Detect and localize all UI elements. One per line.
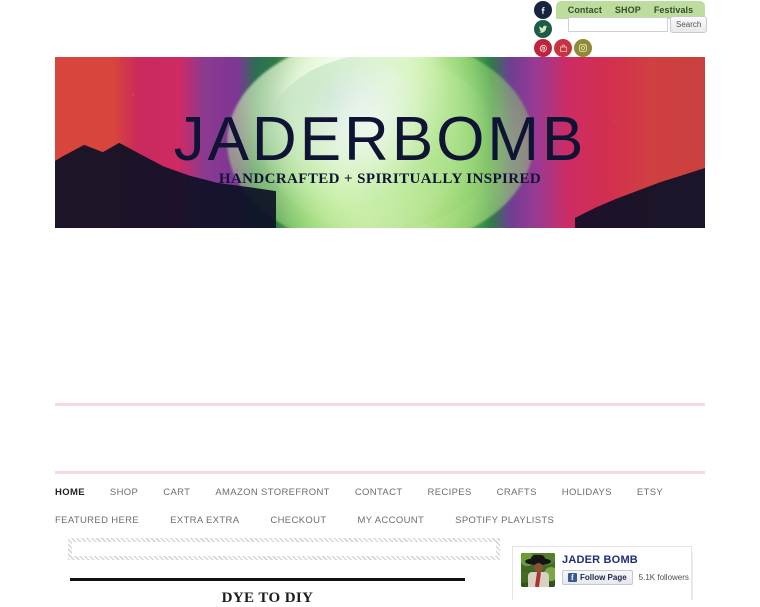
search-button[interactable]: Search <box>670 16 708 33</box>
main-menu: HOME SHOP CART AMAZON STOREFRONT CONTACT… <box>55 478 705 534</box>
search-form: Search <box>568 14 708 35</box>
facebook-icon: f <box>568 573 577 582</box>
main-menu-row-1: HOME SHOP CART AMAZON STOREFRONT CONTACT… <box>55 478 705 506</box>
menu-item-holidays[interactable]: HOLIDAYS <box>562 487 612 498</box>
shop-bag-icon[interactable] <box>554 39 572 57</box>
post-rule <box>70 578 465 581</box>
divider-top <box>55 403 705 406</box>
pinterest-icon[interactable] <box>534 39 552 57</box>
menu-item-amazon-storefront[interactable]: AMAZON STOREFRONT <box>215 487 330 498</box>
banner-title: JADERBOMB <box>173 105 587 174</box>
facebook-icon[interactable] <box>534 1 552 19</box>
menu-item-my-account[interactable]: MY ACCOUNT <box>358 515 425 526</box>
facebook-widget-text: JADER BOMB f Follow Page 5.1K followers <box>562 553 689 594</box>
post-title[interactable]: DYE TO DIY <box>70 590 465 607</box>
ad-placeholder[interactable] <box>68 538 500 560</box>
menu-item-shop[interactable]: SHOP <box>110 487 138 498</box>
instagram-icon[interactable] <box>574 39 592 57</box>
menu-item-contact[interactable]: CONTACT <box>355 487 403 498</box>
menu-item-home[interactable]: HOME <box>55 487 85 498</box>
menu-item-crafts[interactable]: CRAFTS <box>497 487 537 498</box>
menu-item-checkout[interactable]: CHECKOUT <box>270 515 326 526</box>
facebook-page-name[interactable]: JADER BOMB <box>562 554 683 566</box>
main-menu-row-2: FEATURED HERE EXTRA EXTRA CHECKOUT MY AC… <box>55 506 705 534</box>
followers-count: 5.1K followers <box>638 573 689 582</box>
follow-page-button[interactable]: f Follow Page <box>562 570 633 585</box>
menu-item-etsy[interactable]: ETSY <box>637 487 663 498</box>
avatar-face <box>534 563 543 572</box>
twitter-icon[interactable] <box>534 20 552 38</box>
menu-item-featured-here[interactable]: FEATURED HERE <box>55 515 139 526</box>
search-input[interactable] <box>568 17 668 32</box>
divider-bottom <box>55 471 705 474</box>
follow-page-label: Follow Page <box>580 573 627 582</box>
facebook-page-widget[interactable]: JADER BOMB f Follow Page 5.1K followers <box>512 546 692 600</box>
facebook-widget-actions: f Follow Page 5.1K followers <box>562 570 689 585</box>
top-bar: Contact SHOP Festivals Search <box>0 0 760 58</box>
banner-subtitle: HANDCRAFTED + SPIRITUALLY INSPIRED <box>218 171 542 187</box>
menu-item-spotify-playlists[interactable]: SPOTIFY PLAYLISTS <box>455 515 554 526</box>
menu-item-extra-extra[interactable]: EXTRA EXTRA <box>170 515 239 526</box>
avatar <box>521 553 555 587</box>
sidebar-divider <box>692 553 693 600</box>
site-banner[interactable]: JADERBOMB HANDCRAFTED + SPIRITUALLY INSP… <box>55 57 705 228</box>
menu-item-cart[interactable]: CART <box>163 487 190 498</box>
page-root: Contact SHOP Festivals Search JADERBOMB … <box>0 0 760 606</box>
menu-item-recipes[interactable]: RECIPES <box>428 487 472 498</box>
ad-placeholder-inner <box>72 542 496 556</box>
